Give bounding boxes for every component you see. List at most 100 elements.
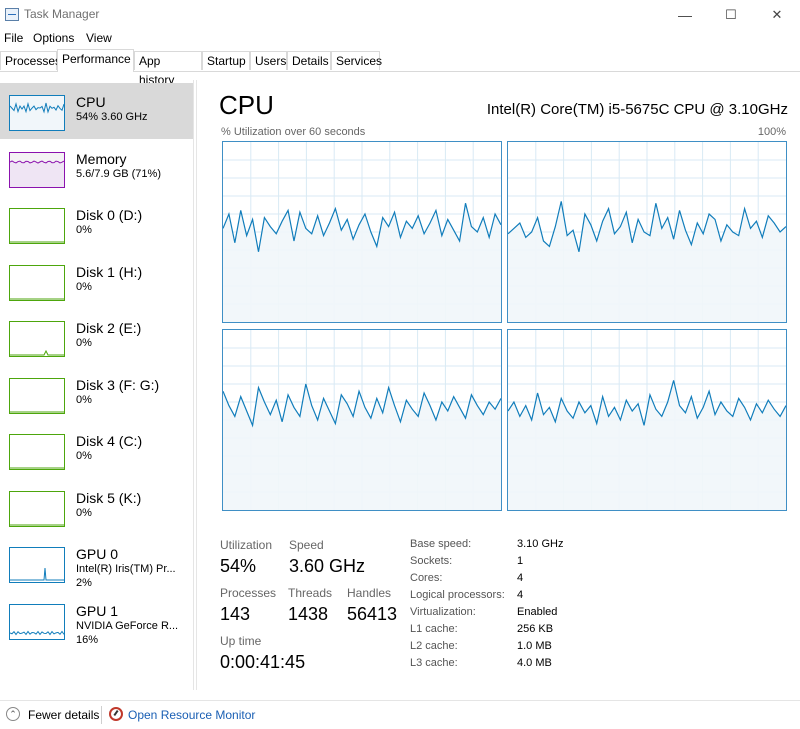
detail-value: 4 xyxy=(517,589,524,601)
utilization-label: Utilization xyxy=(220,538,273,552)
detail-key: L3 cache: xyxy=(410,657,458,669)
sidebar-item-name: Disk 3 (F: G:) xyxy=(76,376,160,393)
sidebar-item-disk2-4[interactable]: Disk 2 (E:) 0% xyxy=(0,309,193,365)
sidebar-item-value: 0% xyxy=(76,393,92,406)
sidebar-item-value: 54% 3.60 GHz xyxy=(76,111,148,123)
sidebar-item-value: NVIDIA GeForce R... xyxy=(76,619,179,632)
title-bar: Task Manager — ☐ ✕ xyxy=(0,0,800,30)
sidebar-item-name: GPU 0 xyxy=(76,546,119,562)
detail-value: 256 KB xyxy=(517,623,554,635)
sidebar-item-value: 0% xyxy=(76,224,92,236)
sidebar-item-disk-2[interactable]: Disk 0 (D:) 0% xyxy=(0,196,193,252)
sidebar-item-disk-6[interactable]: Disk 4 (C:) 0% xyxy=(0,422,193,478)
sidebar-item-value: 0% xyxy=(76,450,92,462)
detail-key: Logical processors: xyxy=(410,589,505,601)
close-button[interactable]: ✕ xyxy=(754,0,800,30)
sidebar-item-name: CPU xyxy=(76,94,106,110)
processes-label: Processes xyxy=(220,586,277,600)
sidebar-item-value: 0% xyxy=(76,506,92,519)
sidebar-item-name: Disk 5 (K:) xyxy=(76,489,142,506)
sidebar-item-disk-7[interactable]: Disk 5 (K:) 0% xyxy=(0,479,193,535)
utilization-value: 54% xyxy=(220,556,257,576)
sidebar-item-name: Disk 1 (H:) xyxy=(76,263,143,280)
sidebar-item-value-2: 2% xyxy=(76,577,92,589)
sidebar-item-value: Intel(R) Iris(TM) Pr... xyxy=(76,563,176,575)
sidebar-item-name: Memory xyxy=(76,150,127,167)
menu-file[interactable]: File xyxy=(4,31,23,45)
resource-sidebar: CPU 54% 3.60 GHz Memory 5.6/7.9 GB (71%) Dis… xyxy=(0,80,194,690)
sidebar-thumbnail-graph xyxy=(9,490,65,527)
menu-bar: File Options View xyxy=(0,30,800,48)
handles-label: Handles xyxy=(347,586,392,600)
task-manager-icon xyxy=(5,8,19,21)
fewer-details-link[interactable]: Fewer details xyxy=(28,708,99,722)
utilization-area xyxy=(223,203,501,322)
core-graph-3 xyxy=(507,329,787,511)
sidebar-item-name: GPU 1 xyxy=(76,602,119,619)
detail-key: Cores: xyxy=(410,572,443,584)
chevron-up-icon[interactable]: ⌃ xyxy=(6,707,20,721)
tab-processes[interactable]: Processes xyxy=(0,51,61,70)
detail-value: Enabled xyxy=(517,606,558,618)
sidebar-item-disk-5[interactable]: Disk 3 (F: G:) 0% xyxy=(0,366,193,422)
threads-label: Threads xyxy=(288,586,333,600)
uptime-label: Up time xyxy=(220,634,262,648)
core-graph-2 xyxy=(222,329,502,511)
sidebar-thumbnail-graph xyxy=(9,434,65,470)
sidebar-item-disk-3[interactable]: Disk 1 (H:) 0% xyxy=(0,253,193,309)
tab-services[interactable]: Services xyxy=(331,51,382,70)
sidebar-item-gpu1-9[interactable]: GPU 1 NVIDIA GeForce R... 16% xyxy=(0,592,193,648)
detail-value: 4.0 MB xyxy=(517,657,552,669)
sidebar-thumbnail-graph xyxy=(9,264,65,301)
sidebar-item-value: 0% xyxy=(76,280,92,293)
sidebar-item-value: 5.6/7.9 GB (71%) xyxy=(76,167,161,180)
tab-details[interactable]: Details xyxy=(287,51,331,70)
window-title: Task Manager xyxy=(24,7,100,21)
core-graph-1 xyxy=(507,141,787,323)
detail-key: Sockets: xyxy=(410,555,453,567)
resource-monitor-icon[interactable] xyxy=(109,707,123,721)
sidebar-item-name: Disk 0 (D:) xyxy=(76,207,143,223)
sidebar-thumbnail-graph xyxy=(9,547,65,583)
tab-app-history[interactable]: App history xyxy=(134,51,202,87)
graph-max-label: 100% xyxy=(757,126,786,138)
graph-label: % Utilization over 60 seconds xyxy=(221,126,366,138)
tab-performance[interactable]: Performance xyxy=(57,49,134,72)
processes-value: 143 xyxy=(220,604,251,624)
threads-value: 1438 xyxy=(288,604,329,624)
detail-value: 4 xyxy=(517,572,524,584)
detail-value: 1.0 MB xyxy=(517,640,552,652)
footer: ⌃ Fewer details Open Resource Monitor xyxy=(0,700,800,729)
sidebar-thumbnail-graph xyxy=(9,151,65,188)
detail-value: 1 xyxy=(517,555,524,567)
tab-startup[interactable]: Startup xyxy=(202,51,250,70)
menu-options[interactable]: Options xyxy=(33,31,74,45)
sidebar-thumbnail-graph xyxy=(9,321,65,357)
sidebar-item-name: Disk 4 (C:) xyxy=(76,433,143,449)
minimize-button[interactable]: — xyxy=(662,0,708,30)
sidebar-item-gpu0-8[interactable]: GPU 0 Intel(R) Iris(TM) Pr... 2% xyxy=(0,535,193,591)
tab-users[interactable]: Users xyxy=(250,51,287,70)
sidebar-item-value-2: 16% xyxy=(76,633,99,646)
uptime-value: 0:00:41:45 xyxy=(220,652,306,672)
detail-key: Base speed: xyxy=(410,538,472,550)
page-title: CPU xyxy=(219,90,274,120)
divider xyxy=(196,80,197,690)
open-resource-monitor-link[interactable]: Open Resource Monitor xyxy=(128,708,255,722)
sidebar-item-name: Disk 2 (E:) xyxy=(76,320,142,336)
sidebar-item-mem-1[interactable]: Memory 5.6/7.9 GB (71%) xyxy=(0,140,193,196)
detail-key: L2 cache: xyxy=(410,640,458,652)
maximize-button[interactable]: ☐ xyxy=(708,0,754,30)
cpu-model: Intel(R) Core(TM) i5-5675C CPU @ 3.10GHz xyxy=(486,101,788,118)
sidebar-item-cpu-0[interactable]: CPU 54% 3.60 GHz xyxy=(0,83,193,139)
detail-key: Virtualization: xyxy=(410,606,476,618)
sidebar-thumbnail-graph xyxy=(9,208,65,244)
speed-value: 3.60 GHz xyxy=(289,556,366,576)
core-graph-0 xyxy=(222,141,502,323)
handles-value: 56413 xyxy=(347,604,398,624)
menu-view[interactable]: View xyxy=(86,31,112,45)
sidebar-thumbnail-graph xyxy=(9,95,65,131)
detail-value: 3.10 GHz xyxy=(517,538,564,550)
sidebar-item-value: 0% xyxy=(76,337,92,349)
speed-label: Speed xyxy=(289,538,324,552)
